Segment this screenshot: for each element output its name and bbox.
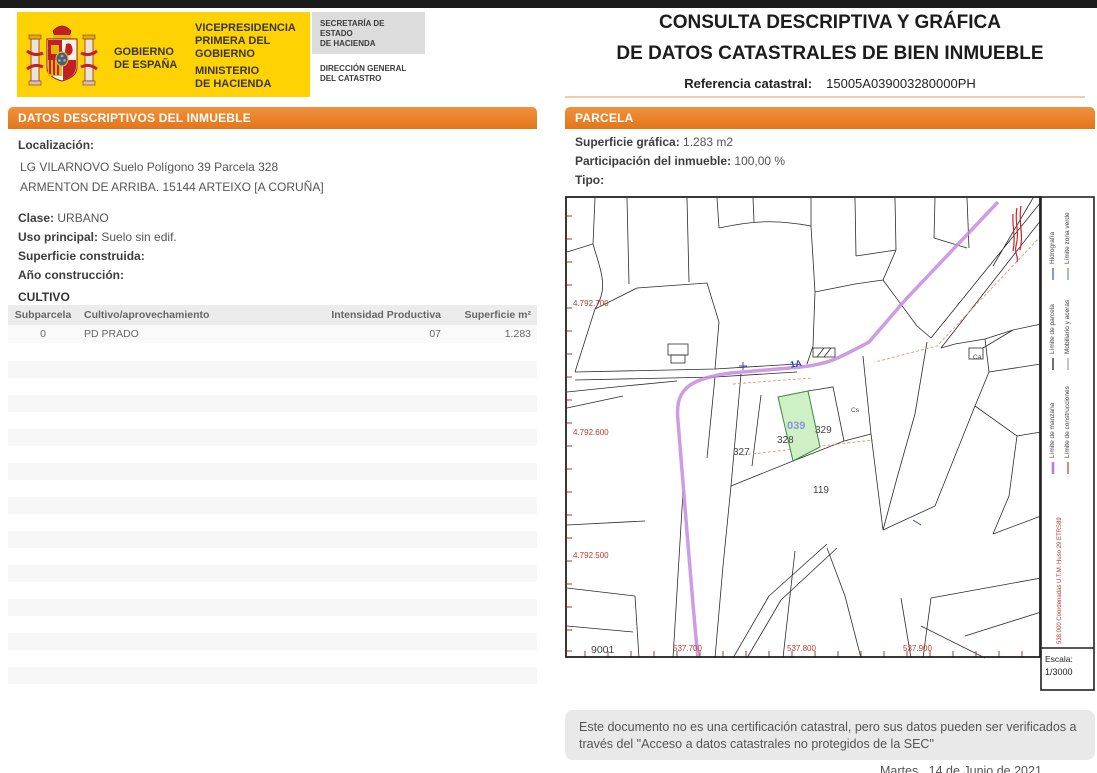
uso-value: Suelo sin edif. <box>101 230 177 244</box>
footer-date: Martes , 14 de Junio de 2021 <box>880 764 1042 773</box>
label-327: 327 <box>733 447 750 458</box>
col-superficie: Superficie m² <box>464 309 531 321</box>
label-subparcel-039: 039 <box>787 420 805 432</box>
header-divider <box>565 96 1085 98</box>
legend-limite-manzana: Límite de manzana <box>1049 402 1056 458</box>
cadastral-document-page: GOBIERNO DE ESPAÑA VICEPRESIDENCIA PRIME… <box>0 0 1097 773</box>
road-label-1a: 1A <box>789 358 803 370</box>
parcela-info: Superficie gráfica: 1.283 m2 Participaci… <box>575 133 1095 190</box>
participacion-row: Participación del inmueble: 100,00 % <box>575 154 786 168</box>
superficie-grafica-value: 1.283 m2 <box>683 135 734 149</box>
cultivo-table: Subparcela Cultivo/aprovechamiento Inten… <box>8 305 537 343</box>
coord-x-1: 537.700 <box>673 644 702 653</box>
clase-row: Clase: URBANO <box>18 211 109 225</box>
label-329: 329 <box>815 425 832 436</box>
legend-limite-parcela: Límite de parcela <box>1049 304 1056 354</box>
empty-rows-stripes <box>8 344 537 701</box>
direccion-general-catastro-label: DIRECCIÓN GENERAL DEL CATASTRO <box>312 60 425 97</box>
label-ca: Ca <box>973 354 982 361</box>
title-line-2: DE DATOS CATASTRALES DE BIEN INMUEBLE <box>616 43 1044 64</box>
coord-x-2: 537.800 <box>787 644 816 653</box>
col-subparcela: Subparcela <box>14 309 72 321</box>
cadastral-reference: Referencia catastral: 15005A039003280000P… <box>580 76 1080 91</box>
cell-subparcela: 0 <box>8 325 78 343</box>
label-cs: Cs <box>851 407 860 414</box>
cultivo-data-row: 0 PD PRADO 07 1.283 <box>8 325 537 343</box>
tipo-row: Tipo: <box>575 173 605 187</box>
superficie-construida-row: Superficie construida: <box>18 249 145 263</box>
disclaimer-box: Este documento no es una certificación c… <box>565 710 1095 760</box>
spain-coat-of-arms-icon <box>26 25 98 86</box>
legend-utm-note: 538.000 Coordenadas U.T.M. Huso 29 ETRS8… <box>1057 517 1063 644</box>
escala-label: Escala: <box>1045 654 1073 664</box>
label-9001: 9001 <box>591 644 615 656</box>
cultivo-title: CULTIVO <box>18 290 70 304</box>
left-panel-header-banner: DATOS DESCRIPTIVOS DEL INMUEBLE <box>8 107 537 129</box>
clase-value: URBANO <box>57 211 109 225</box>
participacion-value: 100,00 % <box>734 154 786 168</box>
secretaria-estado-label: SECRETARÍA DE ESTADO DE HACIENDA <box>312 12 425 54</box>
superficie-grafica-row: Superficie gráfica: 1.283 m2 <box>575 135 734 149</box>
coord-y-1: 4.792.700 <box>573 299 609 308</box>
localizacion-line2: ARMENTON DE ARRIBA. 15144 ARTEIXO [A COR… <box>20 180 324 194</box>
legend-hidrografia: Hidrografía <box>1049 231 1056 264</box>
gobierno-espana-label: GOBIERNO DE ESPAÑA <box>114 46 178 71</box>
uso-principal-row: Uso principal: Suelo sin edif. <box>18 230 177 244</box>
cell-superficie: 1.283 <box>447 325 537 343</box>
top-dark-bar <box>0 0 1097 8</box>
reference-label: Referencia catastral: <box>684 76 813 91</box>
label-119: 119 <box>813 485 829 496</box>
legend-mobiliario: Mobiliario y aceras <box>1064 299 1071 354</box>
coord-y-3: 4.792.500 <box>573 551 609 560</box>
vicepresidencia-label: VICEPRESIDENCIA PRIMERA DEL GOBIERNO <box>195 22 296 60</box>
anio-construccion-row: Año construcción: <box>18 268 125 282</box>
legend-limite-construcciones: Límite de construcciones <box>1064 385 1071 458</box>
coord-x-3: 537.900 <box>903 644 932 653</box>
coord-y-2: 4.792.600 <box>573 428 609 437</box>
cell-cultivo: PD PRADO <box>78 325 307 343</box>
title-line-1: CONSULTA DESCRIPTIVA Y GRÁFICA <box>658 12 1002 33</box>
label-328: 328 <box>777 435 794 446</box>
cadastral-map: 4.792.700 4.792.600 4.792.500 537.700 53… <box>565 196 1096 693</box>
col-cultivo: Cultivo/aprovechamiento <box>84 309 210 321</box>
escala-value: 1/3000 <box>1045 667 1073 677</box>
cultivo-header-row: Subparcela Cultivo/aprovechamiento Inten… <box>8 305 537 325</box>
legend-zona-verde: Límite zona verde <box>1064 212 1071 264</box>
parcela-header-banner: PARCELA <box>565 107 1095 129</box>
reference-value: 15005A039003280000PH <box>826 76 976 91</box>
map-legend: Hidrografía Límite zona verde Límite de … <box>1040 196 1095 691</box>
property-data-panel: Localización: LG VILARNOVO Suelo Polígon… <box>8 129 537 701</box>
ministerio-label: MINISTERIO DE HACIENDA <box>195 65 272 90</box>
col-intensidad: Intensidad Productiva <box>331 309 441 321</box>
localizacion-line1: LG VILARNOVO Suelo Polígono 39 Parcela 3… <box>20 160 279 174</box>
government-logo-block: GOBIERNO DE ESPAÑA VICEPRESIDENCIA PRIME… <box>17 12 310 97</box>
document-title: CONSULTA DESCRIPTIVA Y GRÁFICA DE DATOS … <box>580 12 1080 91</box>
localizacion-label: Localización: <box>18 138 95 152</box>
cell-intensidad: 07 <box>307 325 447 343</box>
